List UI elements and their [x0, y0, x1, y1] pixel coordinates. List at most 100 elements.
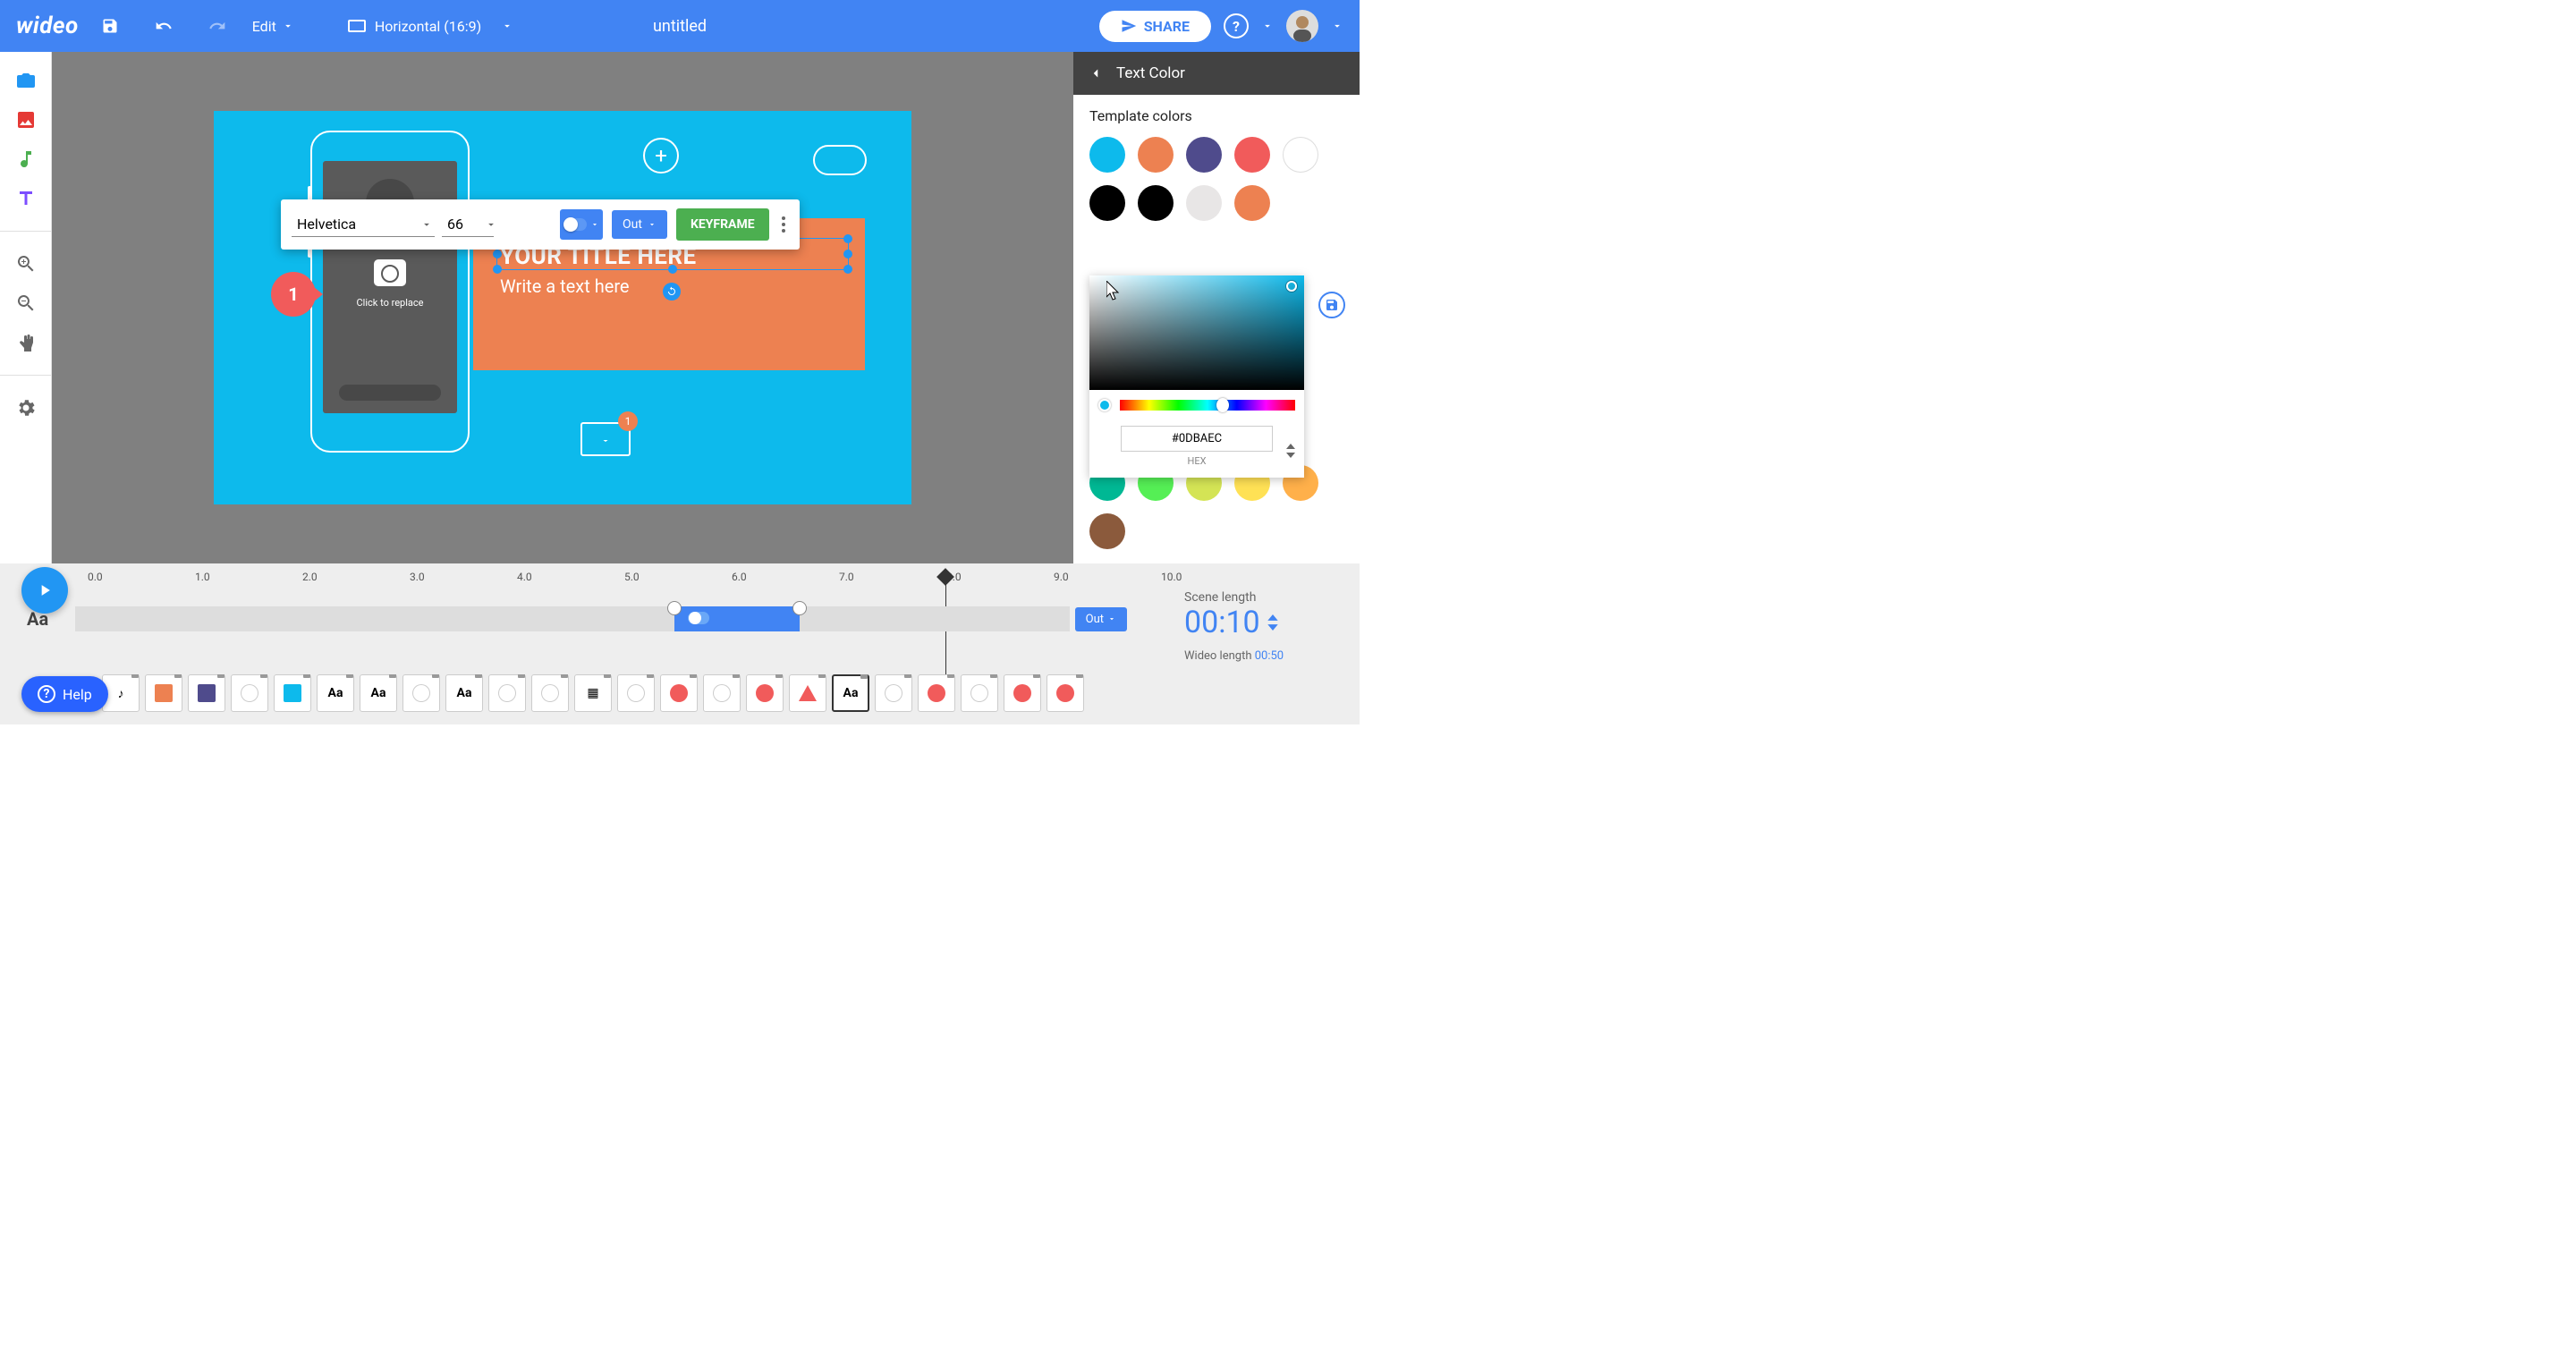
more-button[interactable] [778, 213, 789, 236]
layer-thumb[interactable] [961, 674, 998, 712]
layer-thumb[interactable] [875, 674, 912, 712]
color-swatch[interactable] [1138, 137, 1174, 173]
image-tool[interactable] [15, 109, 37, 131]
sync-icon[interactable] [663, 283, 681, 301]
canvas-area[interactable]: Click to replace 1 YOUR TITLE HERE Write… [52, 52, 1073, 563]
color-swatch[interactable] [1089, 137, 1125, 173]
template-colors-label: Template colors [1073, 95, 1360, 137]
redo-button[interactable] [202, 11, 233, 41]
save-color-button[interactable] [1318, 292, 1345, 318]
pan-tool[interactable] [15, 332, 37, 353]
layer-thumb[interactable] [660, 674, 698, 712]
layer-thumb[interactable] [402, 674, 440, 712]
zoom-in-tool[interactable] [15, 253, 37, 275]
user-chevron[interactable] [1331, 20, 1343, 32]
layer-thumb[interactable] [145, 674, 182, 712]
settings-tool[interactable] [15, 397, 37, 419]
aspect-icon [348, 20, 366, 32]
layer-thumb[interactable] [703, 674, 741, 712]
layer-thumb[interactable] [617, 674, 655, 712]
mouse-cursor [1106, 281, 1123, 304]
ruler-tick: 1.0 [195, 571, 210, 583]
flat-swatches [1073, 465, 1360, 549]
layer-thumb[interactable] [789, 674, 826, 712]
ruler-tick: 5.0 [624, 571, 640, 583]
ruler-tick: 3.0 [410, 571, 425, 583]
out-button[interactable]: Out [612, 210, 667, 239]
edit-menu[interactable]: Edit [252, 18, 294, 35]
keyframe-button[interactable]: KEYFRAME [676, 208, 769, 241]
text-tool[interactable] [15, 188, 37, 209]
panel-header: Text Color [1073, 52, 1360, 95]
color-swatch[interactable] [1234, 137, 1270, 173]
save-button[interactable] [95, 11, 125, 41]
layer-thumb[interactable]: Aa [445, 674, 483, 712]
layer-thumb[interactable]: Aa [832, 674, 869, 712]
layer-thumb[interactable]: Aa [317, 674, 354, 712]
animation-toggle[interactable] [560, 209, 603, 240]
color-swatch[interactable] [1186, 185, 1222, 221]
color-swatch[interactable] [1234, 185, 1270, 221]
format-stepper[interactable] [1286, 444, 1295, 458]
cloud-icon [813, 145, 867, 175]
clip-handle-left[interactable] [667, 601, 682, 615]
timeline: 0.01.02.03.04.05.06.07.08.09.010.0 Aa Ou… [0, 563, 1360, 724]
share-button[interactable]: SHARE [1099, 11, 1211, 42]
phone-graphic: Click to replace [310, 131, 470, 453]
ruler-tick: 10.0 [1161, 571, 1182, 583]
canvas[interactable]: Click to replace 1 YOUR TITLE HERE Write… [214, 111, 911, 504]
color-swatch[interactable] [1089, 513, 1125, 549]
step-badge-1: 1 [271, 272, 316, 317]
color-swatch[interactable] [1089, 185, 1125, 221]
layer-thumb[interactable] [531, 674, 569, 712]
layer-thumb[interactable] [488, 674, 526, 712]
layer-thumb[interactable] [1046, 674, 1084, 712]
app-header: wideo Edit Horizontal (16:9) untitled SH… [0, 0, 1360, 52]
zoom-out-tool[interactable] [15, 292, 37, 314]
layer-thumb[interactable] [274, 674, 311, 712]
layer-thumb[interactable] [188, 674, 225, 712]
hue-slider[interactable] [1120, 400, 1295, 411]
left-toolbar [0, 52, 52, 563]
text-toolbar: Out KEYFRAME [281, 199, 800, 250]
layer-thumb[interactable]: Aa [360, 674, 397, 712]
project-title[interactable]: untitled [653, 17, 707, 36]
camera-icon [374, 259, 406, 286]
timeline-track: Aa Out [27, 601, 1127, 637]
scene-info: Scene length 00:10 Wideo length 00:50 [1184, 590, 1345, 663]
color-swatch[interactable] [1283, 137, 1318, 173]
color-picker[interactable]: HEX [1089, 275, 1304, 478]
scene-down[interactable] [1267, 623, 1278, 631]
layer-thumb[interactable] [746, 674, 784, 712]
layer-thumb[interactable]: ▦ [574, 674, 612, 712]
layer-thumb[interactable] [231, 674, 268, 712]
timeline-ruler[interactable]: 0.01.02.03.04.05.06.07.08.09.010.0 [88, 571, 1190, 592]
undo-button[interactable] [148, 11, 179, 41]
color-swatch[interactable] [1138, 185, 1174, 221]
ruler-tick: 2.0 [302, 571, 318, 583]
font-select[interactable] [292, 212, 435, 237]
track-bg[interactable] [75, 606, 1070, 631]
scene-up[interactable] [1267, 614, 1278, 622]
ruler-tick: 7.0 [839, 571, 854, 583]
camera-tool[interactable] [15, 70, 37, 91]
subtitle-text[interactable]: Write a text here [500, 275, 630, 297]
music-tool[interactable] [15, 148, 37, 170]
envelope-icon: 1 [580, 422, 631, 456]
color-swatch[interactable] [1186, 137, 1222, 173]
layer-thumb[interactable] [918, 674, 955, 712]
help-widget[interactable]: ? Help [21, 676, 108, 712]
ruler-tick: 4.0 [517, 571, 532, 583]
aspect-selector[interactable]: Horizontal (16:9) [348, 18, 513, 35]
back-icon[interactable] [1088, 65, 1104, 81]
help-chevron[interactable] [1261, 20, 1274, 32]
layer-thumb[interactable] [1004, 674, 1041, 712]
layer-row: ♪AaAaAa▦Aa [27, 673, 1345, 714]
play-button[interactable] [21, 567, 68, 614]
user-avatar[interactable] [1286, 10, 1318, 42]
clip-handle-right[interactable] [792, 601, 807, 615]
hex-input[interactable] [1121, 426, 1273, 452]
color-preview [1098, 399, 1111, 411]
track-out-button[interactable]: Out [1075, 607, 1127, 631]
help-button[interactable]: ? [1224, 13, 1249, 38]
